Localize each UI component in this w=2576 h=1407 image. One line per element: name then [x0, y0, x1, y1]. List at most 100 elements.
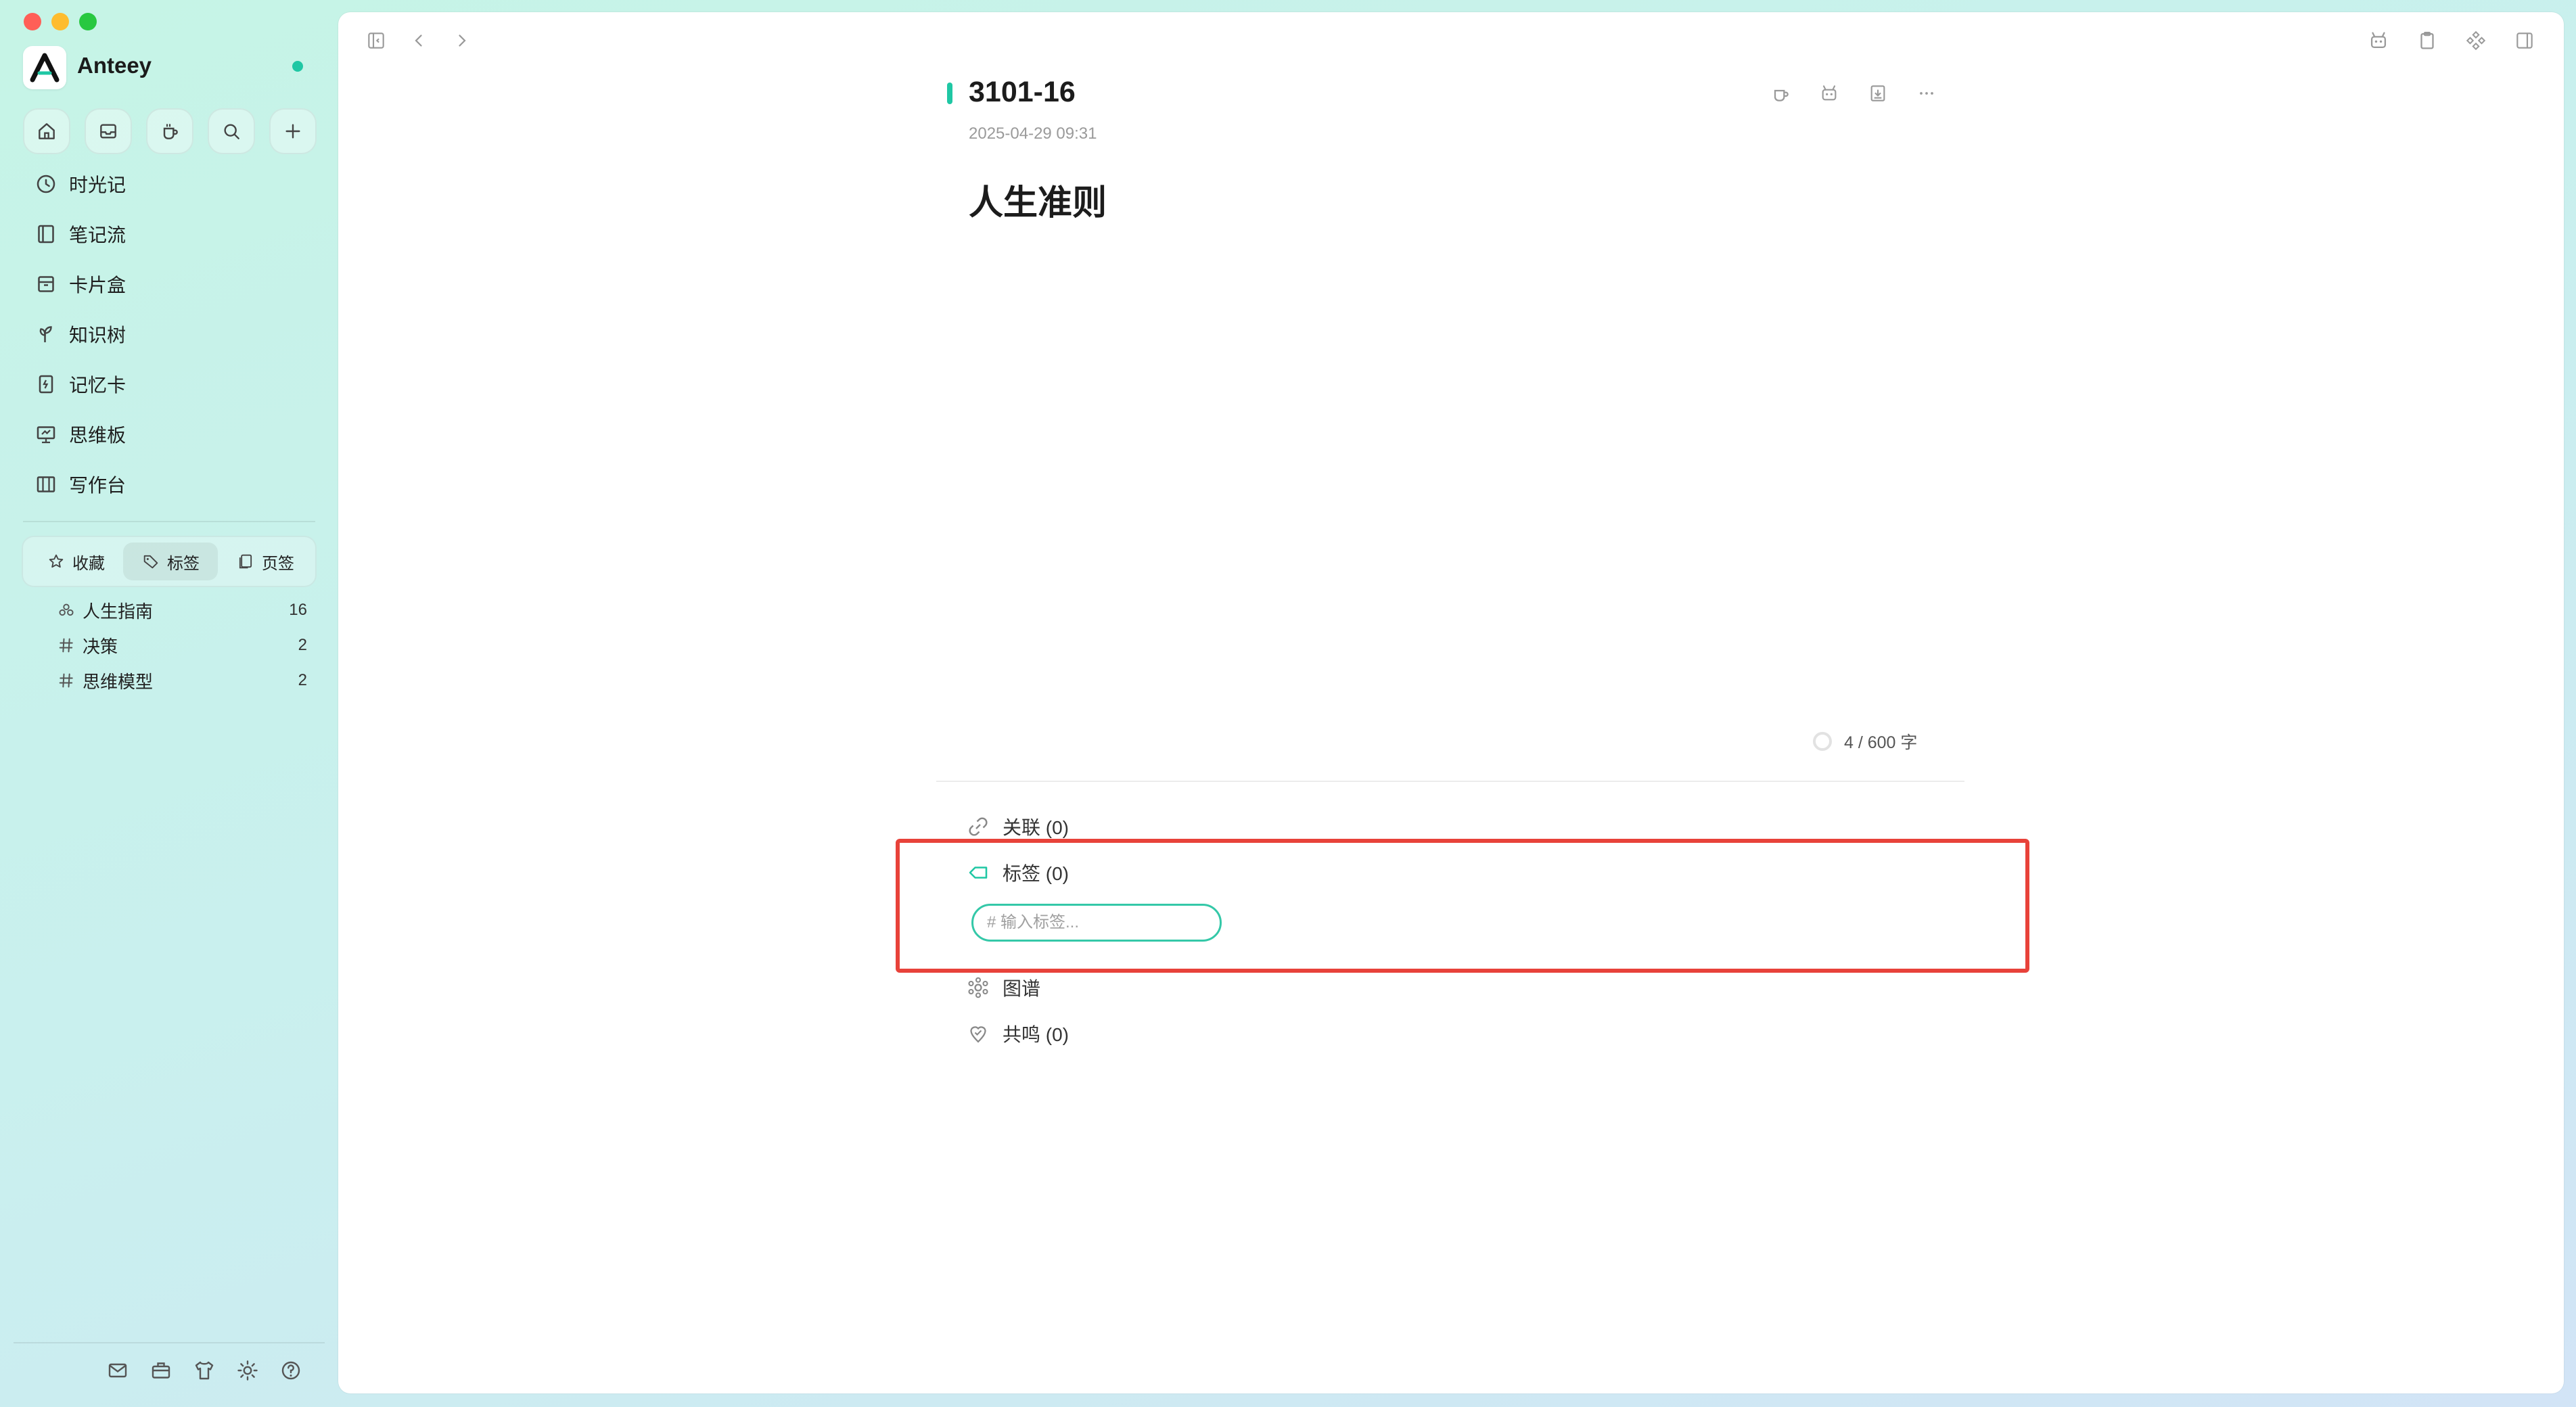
nav-item-label: 记忆卡	[69, 375, 127, 396]
more-dots-icon	[1920, 92, 1933, 95]
nav-item-card-box[interactable]: 卡片盒	[34, 264, 126, 304]
tag-count: 2	[298, 671, 307, 689]
archive-download-icon	[1870, 85, 1885, 101]
search-icon	[224, 124, 239, 139]
note-ai-button[interactable]	[1816, 80, 1843, 107]
word-count-text: 4 / 600 字	[1844, 733, 1918, 752]
tag-icon	[143, 555, 158, 569]
whiteboard-icon	[37, 426, 55, 444]
appearance-button[interactable]	[235, 1358, 260, 1385]
graph-icon	[968, 977, 988, 998]
nav-item-writing-desk[interactable]: 写作台	[34, 464, 126, 505]
tab-favorites-label: 收藏	[72, 554, 105, 573]
app-name: Anteey	[77, 53, 152, 78]
toolbox-icon	[152, 1362, 170, 1379]
nav-item-flashcards[interactable]: 记忆卡	[34, 364, 126, 405]
graph-label: 图谱	[1003, 978, 1041, 999]
tab-favorites[interactable]: 收藏	[30, 543, 122, 580]
page-tab-icon	[239, 554, 252, 569]
nav-item-label: 思维板	[69, 425, 127, 446]
ai-assistant-button[interactable]	[2365, 27, 2392, 54]
tags-label: 标签 (0)	[1003, 863, 1070, 884]
tag-list-item[interactable]: 决策 2	[57, 629, 307, 662]
app-logo-icon	[30, 53, 60, 83]
hash-icon	[59, 638, 73, 653]
robot-icon	[2370, 32, 2387, 49]
structure-button[interactable]	[2462, 27, 2489, 54]
home-icon	[39, 123, 55, 139]
toggle-sidebar-button[interactable]	[363, 27, 390, 54]
flashcard-icon	[39, 375, 53, 394]
home-button[interactable]	[23, 108, 70, 154]
shirt-icon	[195, 1361, 214, 1380]
inbox-button[interactable]	[85, 108, 132, 154]
nav-item-whiteboard[interactable]: 思维板	[34, 414, 126, 455]
note-title[interactable]: 3101-16	[969, 76, 1076, 109]
help-button[interactable]	[279, 1358, 303, 1385]
resonance-section[interactable]: 共鸣 (0)	[966, 1019, 1069, 1048]
star-icon	[49, 554, 64, 568]
diamond-grid-icon	[2466, 30, 2486, 51]
coffee-icon	[163, 124, 178, 139]
word-counter: 4 / 600 字	[1813, 729, 1917, 754]
toolbox-button[interactable]	[149, 1358, 173, 1385]
plus-icon	[285, 124, 300, 139]
tag-list-item[interactable]: 思维模型 2	[57, 664, 307, 697]
tab-tags-label: 标签	[167, 554, 200, 573]
tag-name: 决策	[83, 636, 118, 657]
back-button[interactable]	[406, 27, 433, 54]
toggle-right-panel-button[interactable]	[2511, 27, 2538, 54]
robot-icon	[1822, 85, 1837, 101]
sidebar: Anteey 时光记 笔记流 卡片盒 知识树 记忆卡 思维板 写作台 收藏 标签…	[0, 0, 331, 1407]
title-accent-bar	[947, 83, 952, 104]
nav-item-timeline[interactable]: 时光记	[34, 164, 126, 204]
tab-tags[interactable]: 标签	[123, 543, 218, 580]
tag-outline-icon	[969, 867, 988, 879]
nav-item-label: 笔记流	[69, 225, 127, 246]
sprout-icon	[39, 326, 52, 342]
coffee-button[interactable]	[146, 108, 193, 154]
graph-section[interactable]: 图谱	[966, 973, 1040, 1002]
note-date: 2025-04-29 09:31	[969, 124, 1097, 143]
notebook-icon	[38, 225, 54, 244]
coffee-icon	[1774, 89, 1789, 101]
tag-count: 2	[298, 636, 307, 654]
nav-item-label: 卡片盒	[69, 275, 127, 296]
sun-icon	[237, 1360, 258, 1381]
links-section[interactable]: 关联 (0)	[966, 812, 1069, 841]
sidebar-divider	[23, 521, 315, 522]
new-note-button[interactable]	[269, 108, 317, 154]
editor-panel: 3101-16 2025-04-29 09:31 人生准则 4 / 600 字 …	[338, 12, 2564, 1393]
nav-item-notes-stream[interactable]: 笔记流	[34, 214, 126, 254]
app-logo	[23, 46, 66, 89]
sidebar-toggle-icon	[368, 32, 384, 49]
hash-icon	[59, 673, 73, 688]
link-icon	[969, 817, 988, 836]
nav-item-label: 时光记	[69, 175, 127, 195]
note-archive-button[interactable]	[1864, 80, 1891, 107]
links-label: 关联 (0)	[1003, 817, 1070, 838]
tag-input[interactable]	[971, 904, 1222, 942]
clipboard-button[interactable]	[2414, 27, 2441, 54]
theme-skin-button[interactable]	[192, 1358, 216, 1385]
sidebar-segmented-control: 收藏 标签 页签	[22, 536, 317, 587]
chevron-left-icon	[415, 34, 422, 47]
tags-section[interactable]: 标签 (0)	[966, 858, 1069, 887]
tab-page-tabs[interactable]: 页签	[219, 543, 311, 580]
clipboard-icon	[2420, 31, 2434, 49]
mail-icon	[108, 1363, 127, 1378]
clock-icon	[37, 175, 55, 193]
note-heading[interactable]: 人生准则	[969, 175, 1107, 225]
tab-page-tabs-label: 页签	[262, 554, 294, 573]
resonance-icon	[970, 1026, 986, 1043]
writing-desk-icon	[37, 476, 55, 492]
note-more-button[interactable]	[1913, 80, 1940, 107]
resonance-label: 共鸣 (0)	[1003, 1024, 1070, 1045]
mail-button[interactable]	[106, 1358, 130, 1385]
search-button[interactable]	[208, 108, 255, 154]
content-divider	[936, 781, 1964, 782]
note-coffee-button[interactable]	[1767, 80, 1794, 107]
forward-button[interactable]	[448, 27, 475, 54]
nav-item-knowledge-tree[interactable]: 知识树	[34, 314, 126, 354]
tag-list-item[interactable]: 人生指南 16	[57, 594, 307, 626]
